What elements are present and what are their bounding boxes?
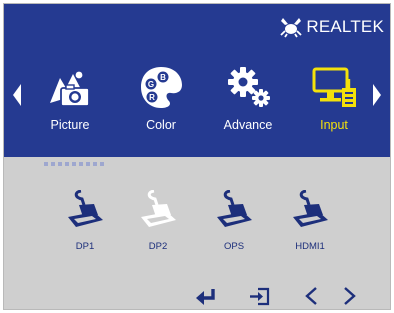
menu-item-advance[interactable]: Advance	[209, 60, 287, 140]
source-label-ops: OPS	[223, 241, 245, 252]
svg-text:G: G	[148, 80, 154, 89]
previous-icon[interactable]	[300, 285, 324, 307]
page-indicator-dot	[79, 162, 83, 166]
enter-icon[interactable]	[195, 285, 219, 307]
connector-icon	[141, 190, 176, 227]
source-dp1[interactable]: DP1	[49, 190, 121, 260]
arrow-left-icon[interactable]	[13, 84, 21, 106]
page-indicator-dot	[58, 162, 62, 166]
realtek-crab-logo-icon	[280, 18, 303, 38]
arrow-right-icon[interactable]	[373, 84, 381, 106]
osd-window: REALTEK Picture B G R Color Advance Inpu…	[3, 3, 391, 310]
page-indicator-dot	[86, 162, 90, 166]
page-indicator-dot	[51, 162, 55, 166]
page-indicator-dot	[65, 162, 69, 166]
source-ops[interactable]: OPS	[198, 190, 270, 260]
source-hdmi1[interactable]: HDMI1	[274, 190, 346, 260]
menu-label-color: Color	[146, 118, 176, 132]
next-icon[interactable]	[337, 285, 361, 307]
menu-item-color[interactable]: B G R Color	[122, 60, 200, 140]
page-indicator-dot	[100, 162, 104, 166]
gears-icon	[228, 67, 270, 107]
connector-icon	[68, 190, 103, 227]
menu-label-advance: Advance	[223, 118, 273, 132]
source-label-hdmi1: HDMI1	[295, 241, 325, 252]
connector-icon	[217, 190, 252, 227]
osd-header: REALTEK Picture B G R Color Advance Inpu…	[4, 4, 390, 157]
page-indicator	[44, 162, 104, 166]
picture-icon	[50, 71, 90, 107]
source-dp2[interactable]: DP2	[122, 190, 194, 260]
brand-name: REALTEK	[306, 17, 384, 36]
menu-item-input[interactable]: Input	[295, 60, 373, 140]
input-monitor-icon	[312, 67, 356, 107]
source-label-dp2: DP2	[148, 241, 168, 252]
svg-text:B: B	[160, 73, 166, 82]
color-palette-icon: B G R	[141, 67, 182, 108]
page-indicator-dot	[44, 162, 48, 166]
page-indicator-dot	[93, 162, 97, 166]
menu-label-input: Input	[320, 118, 348, 132]
source-label-dp1: DP1	[75, 241, 95, 252]
menu-item-picture[interactable]: Picture	[31, 60, 109, 140]
brand: REALTEK	[280, 16, 384, 38]
page-indicator-dot	[72, 162, 76, 166]
exit-icon[interactable]	[248, 285, 272, 307]
connector-icon	[293, 190, 328, 227]
menu-label-picture: Picture	[50, 118, 90, 132]
svg-text:R: R	[149, 93, 155, 102]
